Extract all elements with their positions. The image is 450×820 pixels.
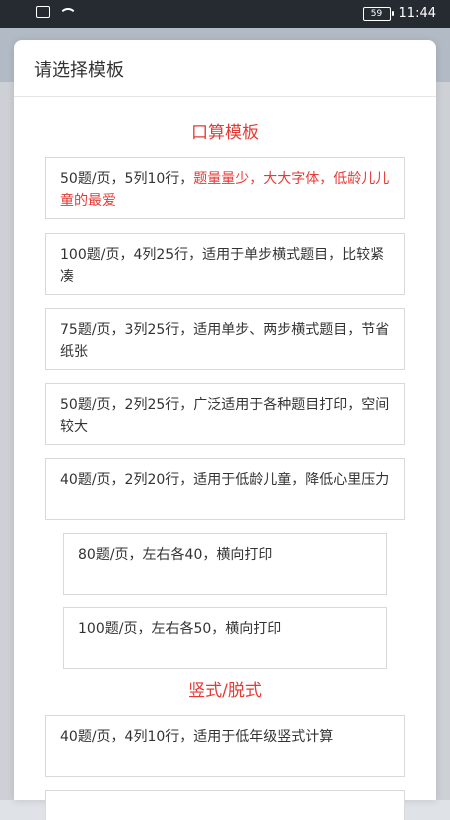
battery-level: 59 bbox=[370, 8, 383, 19]
template-card-6[interactable]: 80题/页，左右各40，横向打印 bbox=[63, 533, 387, 595]
dialog-header: 请选择模板 bbox=[14, 40, 436, 97]
template-picker-dialog: 请选择模板 口算模板 50题/页，5列10行，题量量少，大大字体，低龄儿儿童的最… bbox=[14, 40, 436, 820]
status-time: 11:44 bbox=[398, 6, 436, 21]
template-card-1-text: 50题/页，5列10行， bbox=[60, 171, 194, 187]
section-title-vertical: 竖式/脱式 bbox=[188, 681, 262, 701]
sim-icon bbox=[36, 6, 50, 18]
template-card-6-text: 80题/页，左右各40，横向打印 bbox=[78, 547, 273, 563]
template-card-vertical-1-text: 40题/页，4列10行，适用于低年级竖式计算 bbox=[60, 729, 334, 745]
template-card-2[interactable]: 100题/页，4列25行，适用于单步横式题目，比较紧凑 bbox=[45, 233, 405, 295]
template-card-5[interactable]: 40题/页，2列20行，适用于低龄儿童，降低心里压力 bbox=[45, 458, 405, 520]
template-card-3-text: 75题/页，3列25行，适用单步、两步横式题目，节省纸张 bbox=[60, 322, 390, 360]
battery-icon: 59 bbox=[362, 6, 394, 21]
status-left bbox=[36, 6, 77, 18]
template-card-4[interactable]: 50题/页，2列25行，广泛适用于各种题目打印，空间较大 bbox=[45, 383, 405, 445]
template-card-7-text: 100题/页，左右各50，横向打印 bbox=[78, 621, 282, 637]
template-card-7[interactable]: 100题/页，左右各50，横向打印 bbox=[63, 607, 387, 669]
template-card-4-text: 50题/页，2列25行，广泛适用于各种题目打印，空间较大 bbox=[60, 397, 390, 435]
status-bar: 59 11:44 bbox=[0, 0, 450, 28]
template-card-1[interactable]: 50题/页，5列10行，题量量少，大大字体，低龄儿儿童的最爱 bbox=[45, 157, 405, 219]
template-card-vertical-1[interactable]: 40题/页，4列10行，适用于低年级竖式计算 bbox=[45, 715, 405, 777]
status-right: 59 11:44 bbox=[362, 6, 436, 21]
template-card-2-text: 100题/页，4列25行，适用于单步横式题目，比较紧凑 bbox=[60, 247, 385, 285]
template-card-vertical-2[interactable] bbox=[45, 790, 405, 820]
wifi-icon bbox=[58, 6, 77, 18]
template-card-3[interactable]: 75题/页，3列25行，适用单步、两步横式题目，节省纸张 bbox=[45, 308, 405, 370]
dialog-title: 请选择模板 bbox=[34, 60, 124, 81]
section-title-oral: 口算模板 bbox=[191, 123, 259, 143]
template-card-5-text: 40题/页，2列20行，适用于低龄儿童，降低心里压力 bbox=[60, 472, 390, 488]
